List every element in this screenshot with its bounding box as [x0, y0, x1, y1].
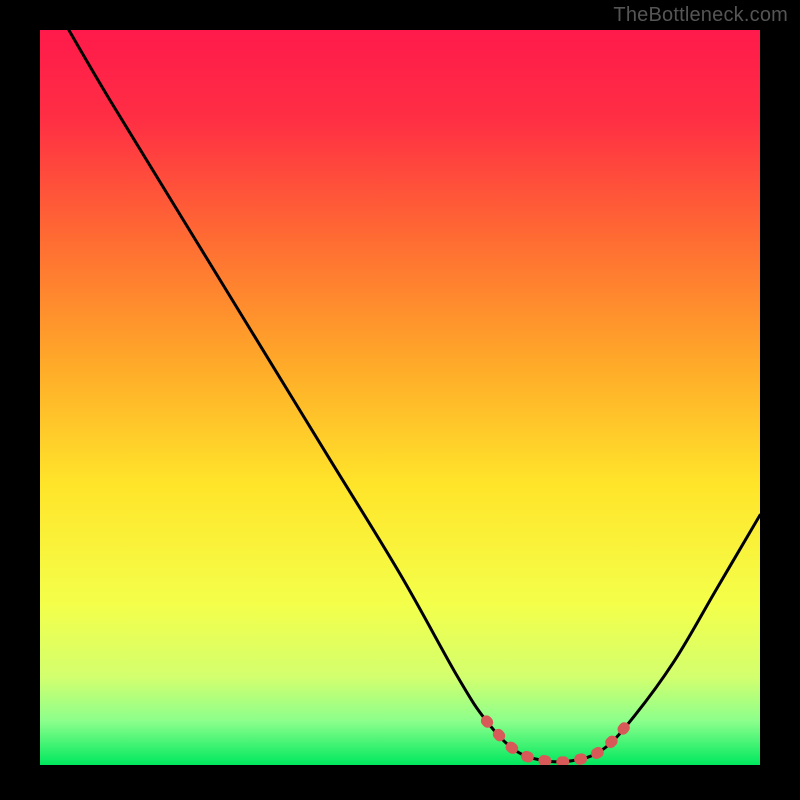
plot-svg	[40, 30, 760, 765]
chart-frame: TheBottleneck.com	[0, 0, 800, 800]
watermark-text: TheBottleneck.com	[613, 4, 788, 27]
gradient-background	[40, 30, 760, 765]
plot-area	[40, 30, 760, 765]
